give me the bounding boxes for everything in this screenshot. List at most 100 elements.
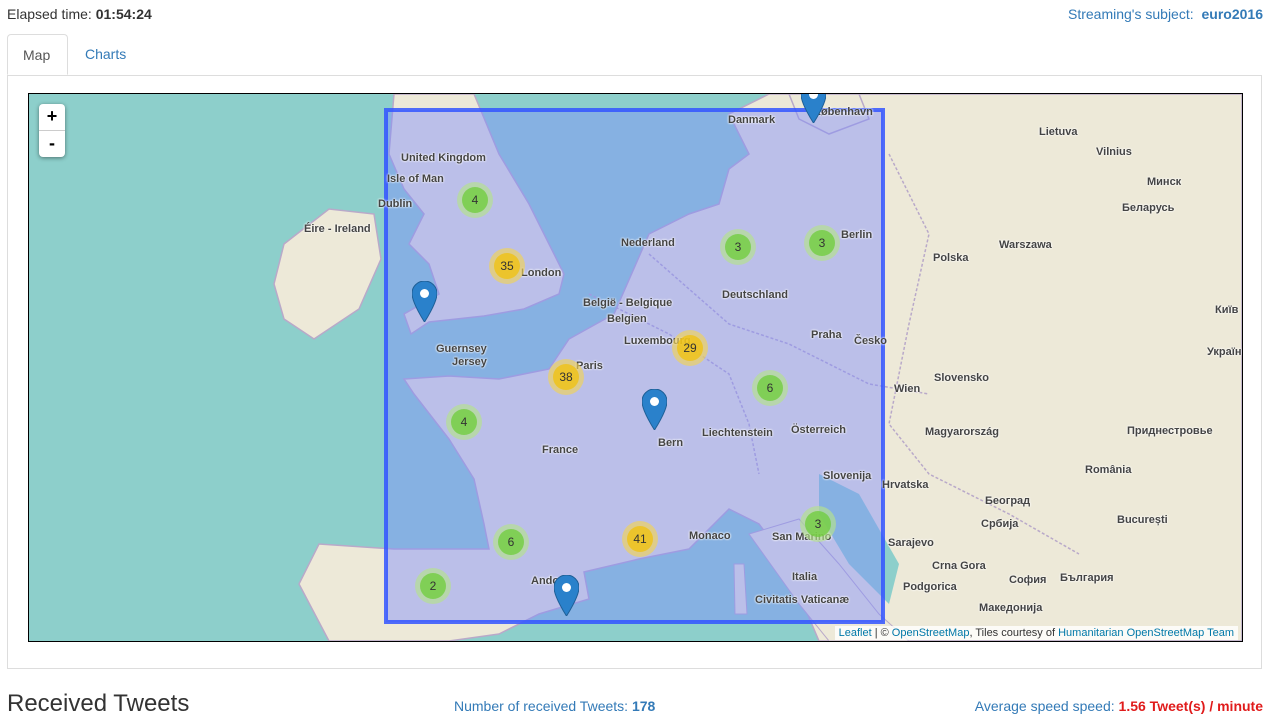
marker-cluster[interactable]: 4 [457, 182, 493, 218]
map-label: Vilnius [1096, 146, 1132, 158]
attribution-tiles: , Tiles courtesy of [969, 627, 1059, 639]
map-label: Slovensko [934, 372, 990, 384]
marker-cluster[interactable]: 2 [415, 568, 451, 604]
cluster-count: 2 [420, 573, 446, 599]
map-marker-icon[interactable] [801, 93, 826, 123]
map-label: Минск [1147, 176, 1182, 188]
marker-cluster[interactable]: 29 [672, 330, 708, 366]
map-label: Беларусь [1122, 202, 1175, 214]
map-label: București [1117, 514, 1168, 526]
marker-cluster[interactable]: 3 [720, 229, 756, 265]
map-label: Nederland [621, 237, 675, 249]
map-label: Србија [981, 518, 1019, 530]
map-label: Polska [933, 252, 969, 264]
map-label: România [1085, 464, 1132, 476]
marker-cluster[interactable]: 3 [800, 506, 836, 542]
map-label: София [1009, 574, 1047, 586]
marker-cluster[interactable]: 3 [804, 225, 840, 261]
map-label: Praha [811, 329, 842, 341]
elapsed-value: 01:54:24 [95, 6, 152, 22]
cluster-count: 3 [725, 234, 751, 260]
speed-label: Average speed speed: [974, 698, 1115, 714]
map-label: France [542, 444, 579, 456]
map-label: Warszawa [999, 239, 1052, 251]
attribution-separator: | © [871, 627, 892, 639]
zoom-in-button[interactable]: + [39, 104, 65, 131]
map-label: Slovenija [823, 470, 872, 482]
cluster-count: 38 [553, 364, 579, 390]
cluster-count: 3 [805, 511, 831, 537]
map-label: Київ [1215, 304, 1239, 316]
map-marker-icon[interactable] [412, 281, 437, 322]
elapsed-time: Elapsed time: 01:54:24 [7, 6, 152, 22]
cluster-count: 3 [809, 230, 835, 256]
zoom-out-button[interactable]: - [39, 131, 65, 157]
osm-link[interactable]: OpenStreetMap [892, 627, 970, 639]
tweet-count: Number of received Tweets: 178 [454, 698, 655, 714]
map-label: Civitatis Vaticanæ [755, 594, 850, 606]
subject-value: euro2016 [1201, 6, 1263, 22]
cluster-count: 6 [757, 375, 783, 401]
map-label: Jersey [452, 356, 487, 368]
map-label: Österreich [791, 424, 847, 436]
marker-cluster[interactable]: 6 [752, 370, 788, 406]
map-label: London [521, 267, 562, 279]
average-speed: Average speed speed: 1.56 Tweet(s) / min… [975, 698, 1263, 714]
map-attribution: Leaflet | © OpenStreetMap, Tiles courtes… [834, 626, 1238, 640]
map-label: Crna Gora [932, 560, 986, 572]
map-label: Bern [658, 437, 684, 449]
map-label: Sarajevo [888, 537, 934, 549]
tweet-count-value: 178 [631, 698, 656, 714]
map-label: Lietuva [1039, 126, 1078, 138]
map-label: Danmark [728, 114, 776, 126]
cluster-count: 6 [498, 529, 524, 555]
map-label: Belgien [607, 313, 647, 325]
map-label: Isle of Man [387, 173, 444, 185]
marker-cluster[interactable]: 4 [446, 404, 482, 440]
cluster-count: 4 [462, 187, 488, 213]
received-tweets-title: Received Tweets [7, 690, 190, 717]
map-label: United Kingdom [401, 152, 486, 164]
map-marker-icon[interactable] [642, 389, 667, 430]
cluster-count: 29 [677, 335, 703, 361]
subject-label: Streaming's subject: [1068, 6, 1194, 22]
map-label: Dublin [378, 198, 413, 210]
map-label: Hrvatska [882, 479, 929, 491]
map-label: Éire - Ireland [304, 223, 371, 235]
leaflet-link[interactable]: Leaflet [839, 627, 872, 639]
marker-cluster[interactable]: 35 [489, 248, 525, 284]
map-label: België - Belgique [583, 297, 673, 309]
map-label: Monaco [689, 530, 731, 542]
cluster-count: 4 [451, 409, 477, 435]
map-label: Guernsey [436, 343, 487, 355]
marker-cluster[interactable]: 41 [622, 521, 658, 557]
map-label: Liechtenstein [702, 427, 773, 439]
map-label: Україн [1207, 346, 1242, 358]
zoom-control: + - [39, 104, 65, 157]
map-label: Berlin [841, 229, 873, 241]
map-label: Česko [854, 335, 888, 347]
cluster-count: 41 [627, 526, 653, 552]
tweet-count-label: Number of received Tweets: [454, 698, 629, 714]
map-label: Приднестровье [1127, 425, 1213, 437]
marker-cluster[interactable]: 38 [548, 359, 584, 395]
map-label: България [1060, 572, 1114, 584]
map-label: Македонија [979, 602, 1043, 614]
map-label: Italia [792, 571, 818, 583]
map-label: Magyarország [925, 426, 999, 438]
map-marker-icon[interactable] [554, 575, 579, 616]
map-view[interactable]: United Kingdom Isle of Man Dublin Éire -… [28, 93, 1243, 642]
streaming-subject: Streaming's subject: euro2016 [1068, 6, 1263, 22]
tab-map[interactable]: Map [7, 34, 68, 75]
marker-cluster[interactable]: 6 [493, 524, 529, 560]
map-tiles [29, 94, 1242, 641]
hot-link[interactable]: Humanitarian OpenStreetMap Team [1058, 627, 1234, 639]
map-label: Wien [894, 383, 921, 395]
elapsed-label: Elapsed time: [7, 6, 92, 22]
tab-charts[interactable]: Charts [70, 34, 144, 75]
map-label: Београд [985, 495, 1031, 507]
cluster-count: 35 [494, 253, 520, 279]
map-label: Deutschland [722, 289, 789, 301]
speed-value: 1.56 Tweet(s) / minute [1118, 698, 1263, 714]
map-label: Podgorica [903, 581, 957, 593]
